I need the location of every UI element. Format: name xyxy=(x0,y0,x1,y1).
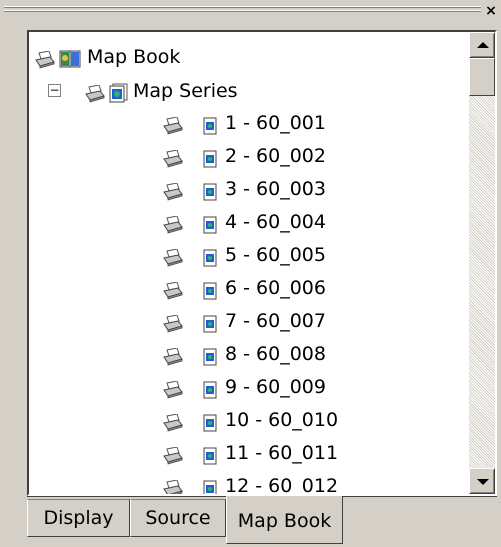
tab-display[interactable]: Display xyxy=(27,499,130,537)
scroll-thumb[interactable] xyxy=(469,58,495,96)
tree-node-label: Map Book xyxy=(87,46,181,68)
tree-node-label: 6 - 60_006 xyxy=(225,277,326,299)
printer-icon[interactable] xyxy=(163,345,183,375)
scroll-down-button[interactable] xyxy=(469,468,495,494)
tree-node-page[interactable]: 2 - 60_002 xyxy=(29,141,359,171)
tree-node-label: Map Series xyxy=(133,80,238,102)
tree-node-page[interactable]: 8 - 60_008 xyxy=(29,339,359,369)
tree-content: Map Book − Map Series 1 - 60_001 2 - 60_… xyxy=(29,32,469,494)
tab-map-book[interactable]: Map Book xyxy=(226,496,343,544)
tree-node-page[interactable]: 7 - 60_007 xyxy=(29,306,359,336)
map-page-icon xyxy=(203,345,217,375)
printer-icon[interactable] xyxy=(163,444,183,474)
printer-icon[interactable] xyxy=(163,279,183,309)
printer-icon[interactable] xyxy=(163,213,183,243)
collapse-toggle[interactable]: − xyxy=(48,84,61,97)
tree-node-label: 3 - 60_003 xyxy=(225,178,326,200)
map-page-icon xyxy=(203,411,217,441)
arrow-down-icon xyxy=(477,479,489,485)
tree-node-label: 5 - 60_005 xyxy=(225,244,326,266)
tree-node-page[interactable]: 5 - 60_005 xyxy=(29,240,359,270)
tree-node-label: 8 - 60_008 xyxy=(225,343,326,365)
printer-icon[interactable] xyxy=(163,147,183,177)
map-page-icon xyxy=(203,312,217,342)
vertical-scrollbar[interactable] xyxy=(469,32,495,494)
title-grip-bar[interactable]: × xyxy=(0,0,501,26)
printer-icon[interactable] xyxy=(163,246,183,276)
printer-icon[interactable] xyxy=(163,378,183,408)
map-page-icon xyxy=(203,147,217,177)
tree-node-map-book[interactable]: Map Book xyxy=(29,42,329,72)
tree-node-label: 2 - 60_002 xyxy=(225,145,326,167)
tree-node-label: 4 - 60_004 xyxy=(225,211,326,233)
map-book-tree[interactable]: Map Book − Map Series 1 - 60_001 2 - 60_… xyxy=(27,30,497,496)
map-page-icon xyxy=(203,444,217,474)
scroll-up-button[interactable] xyxy=(469,32,495,58)
printer-icon[interactable] xyxy=(35,48,55,78)
map-page-icon xyxy=(203,378,217,408)
tree-node-page[interactable]: 12 - 60_012 xyxy=(29,471,359,494)
printer-icon[interactable] xyxy=(163,312,183,342)
tree-node-label: 1 - 60_001 xyxy=(225,112,326,134)
tree-node-page[interactable]: 3 - 60_003 xyxy=(29,174,359,204)
tree-node-page[interactable]: 10 - 60_010 xyxy=(29,405,359,435)
printer-icon[interactable] xyxy=(163,411,183,441)
map-page-icon xyxy=(203,180,217,210)
grip-line xyxy=(4,11,481,12)
map-page-icon xyxy=(203,246,217,276)
tree-node-label: 7 - 60_007 xyxy=(225,310,326,332)
tree-node-label: 10 - 60_010 xyxy=(225,409,339,431)
tree-node-page[interactable]: 9 - 60_009 xyxy=(29,372,359,402)
map-book-icon xyxy=(59,48,81,78)
printer-icon[interactable] xyxy=(163,114,183,144)
tree-node-map-series[interactable]: − Map Series xyxy=(29,76,349,106)
tab-source[interactable]: Source xyxy=(130,499,226,537)
map-page-icon xyxy=(203,114,217,144)
map-page-icon xyxy=(203,477,217,494)
tree-node-page[interactable]: 1 - 60_001 xyxy=(29,108,359,138)
tree-node-label: 11 - 60_011 xyxy=(225,442,339,464)
tree-node-page[interactable]: 6 - 60_006 xyxy=(29,273,359,303)
close-icon[interactable]: × xyxy=(483,3,499,19)
tree-node-label: 9 - 60_009 xyxy=(225,376,326,398)
tree-node-label: 12 - 60_012 xyxy=(225,475,339,494)
grip-line xyxy=(4,7,481,8)
printer-icon[interactable] xyxy=(163,180,183,210)
map-page-icon xyxy=(203,279,217,309)
map-page-icon xyxy=(203,213,217,243)
tree-node-page[interactable]: 4 - 60_004 xyxy=(29,207,359,237)
tree-node-page[interactable]: 11 - 60_011 xyxy=(29,438,359,468)
printer-icon[interactable] xyxy=(163,477,183,494)
arrow-up-icon xyxy=(477,42,489,48)
